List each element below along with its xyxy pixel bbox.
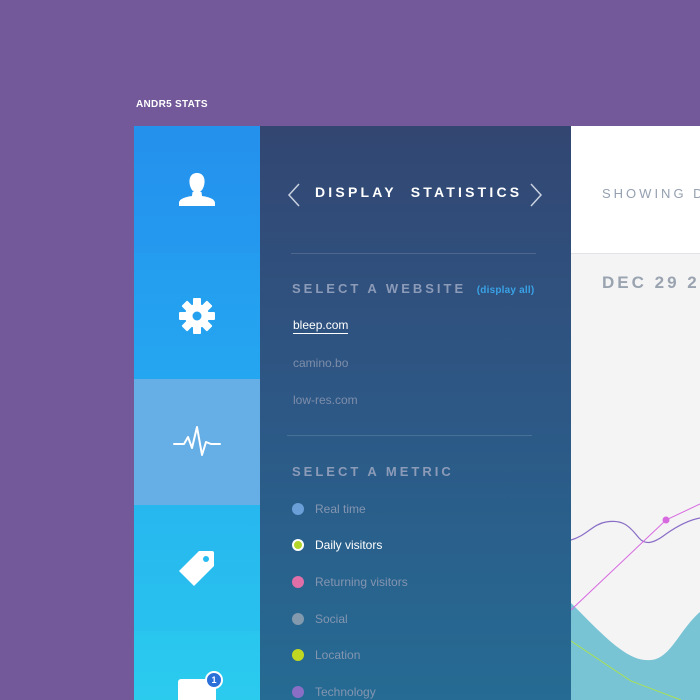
metric-dot: [292, 576, 304, 588]
site-item-lowres[interactable]: low-res.com: [293, 393, 358, 407]
metric-item-technology[interactable]: Technology: [292, 685, 376, 699]
rail-item-inbox[interactable]: 1: [134, 631, 260, 700]
chevron-left-icon[interactable]: [287, 183, 301, 207]
tag-icon: [179, 551, 214, 586]
chevron-right-icon[interactable]: [529, 183, 543, 207]
metric-dot: [292, 503, 304, 515]
metric-section-title: SELECT A METRIC: [292, 464, 454, 479]
metric-dot: [292, 613, 304, 625]
rail-item-settings[interactable]: [134, 253, 260, 379]
display-all-link[interactable]: (display all): [477, 285, 535, 296]
metric-item-real-time[interactable]: Real time: [292, 502, 366, 516]
panel-header: DISPLAY STATISTICS: [260, 126, 571, 253]
metric-dot: [292, 539, 304, 551]
statistics-chart: [571, 503, 700, 700]
metric-label: Daily visitors: [315, 538, 383, 552]
rail-item-users[interactable]: [134, 126, 260, 253]
statistics-panel: DISPLAY STATISTICS SELECT A WEBSITE (dis…: [260, 126, 571, 700]
chart-area: [571, 603, 700, 700]
gear-icon: [179, 298, 215, 334]
metric-item-location[interactable]: Location: [292, 648, 360, 662]
rail-item-statistics[interactable]: [134, 379, 260, 505]
notification-badge: 1: [205, 671, 223, 689]
metric-dot: [292, 686, 304, 698]
metric-item-returning-visitors[interactable]: Returning visitors: [292, 575, 408, 589]
chart-point: [662, 516, 670, 524]
section-divider: [287, 435, 532, 436]
chart-line-pink: [571, 503, 700, 611]
rail-item-tags[interactable]: [134, 505, 260, 631]
pulse-icon: [173, 426, 221, 456]
user-icon: [179, 172, 215, 206]
metric-dot: [292, 649, 304, 661]
website-section-label: SELECT A WEBSITE: [292, 281, 467, 296]
panel-title: DISPLAY STATISTICS: [315, 184, 523, 200]
icon-rail: 1: [134, 126, 260, 700]
site-item-camino[interactable]: camino.bo: [293, 356, 348, 370]
metric-item-social[interactable]: Social: [292, 612, 348, 626]
metric-label: Real time: [315, 502, 366, 516]
metric-label: Location: [315, 648, 361, 662]
metric-label: Social: [315, 612, 348, 626]
chart-line-purple: [571, 517, 700, 544]
metric-label: Returning visitors: [315, 575, 408, 589]
metric-label: Technology: [315, 685, 376, 699]
site-item-bleep[interactable]: bleep.com: [293, 318, 349, 334]
website-section-title: SELECT A WEBSITE (display all): [292, 281, 534, 296]
header-divider: [291, 253, 536, 254]
content-area: SHOWING D DEC 29 2: [571, 126, 700, 700]
metric-item-daily-visitors[interactable]: Daily visitors: [292, 538, 382, 552]
app-title: ANDR5 STATS: [136, 99, 208, 110]
